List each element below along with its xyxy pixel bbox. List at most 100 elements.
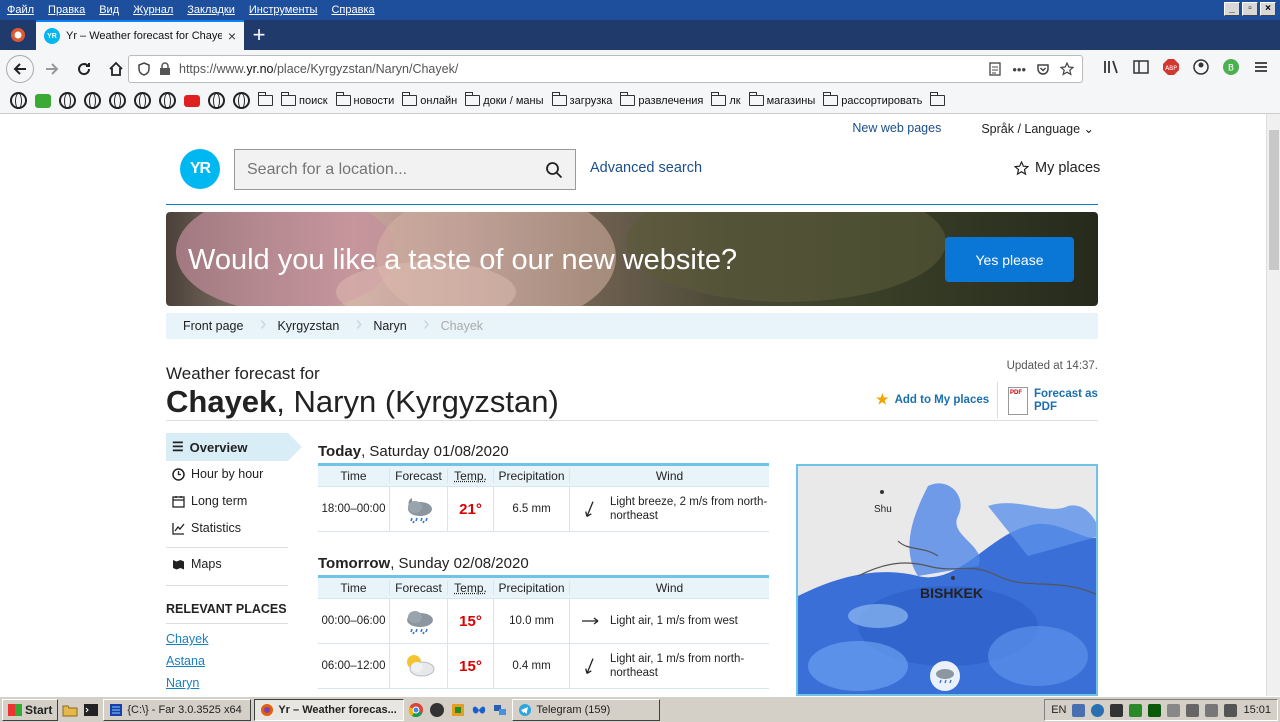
tab-yr-weather[interactable]: YR Yr – Weather forecast for Chayek × bbox=[36, 20, 244, 50]
tracking-shield-icon[interactable] bbox=[137, 62, 151, 76]
quicklaunch-app-icon[interactable] bbox=[428, 701, 446, 719]
bookmark-globe-icon[interactable] bbox=[208, 92, 225, 109]
bookmark-globe-icon[interactable] bbox=[159, 92, 176, 109]
account-icon[interactable] bbox=[1192, 58, 1210, 76]
tray-app-icon[interactable] bbox=[1072, 703, 1086, 717]
search-input[interactable] bbox=[247, 160, 527, 179]
bookmark-folder-lk[interactable]: лк bbox=[711, 92, 741, 107]
bookmark-globe-icon[interactable] bbox=[10, 92, 27, 109]
tray-app-icon[interactable] bbox=[1148, 703, 1162, 717]
tab-close-icon[interactable]: × bbox=[228, 28, 236, 44]
tray-volume-icon[interactable] bbox=[1186, 703, 1200, 717]
hamburger-menu-icon[interactable] bbox=[1252, 58, 1270, 76]
my-places-button[interactable]: My places bbox=[1014, 160, 1100, 176]
forecast-pdf-link[interactable]: PDF Forecast as PDF bbox=[1008, 387, 1098, 415]
task-firefox[interactable]: Yr – Weather forecas... bbox=[254, 698, 405, 721]
breadcrumb-front-page[interactable]: Front page bbox=[166, 313, 267, 336]
bookmark-star-icon[interactable] bbox=[1060, 61, 1074, 76]
start-button[interactable]: Start bbox=[2, 698, 59, 721]
sidebar-icon[interactable] bbox=[1132, 58, 1150, 76]
quicklaunch-app-icon[interactable] bbox=[449, 701, 467, 719]
bookmark-folder-downloads[interactable]: загрузка bbox=[551, 92, 612, 107]
minimize-button[interactable]: _ bbox=[1224, 2, 1240, 16]
page-scrollbar[interactable] bbox=[1266, 114, 1280, 696]
breadcrumb-kyrgyzstan[interactable]: Kyrgyzstan bbox=[260, 313, 362, 336]
bookmark-globe-icon[interactable] bbox=[134, 92, 151, 109]
url-bar[interactable]: https://www.yr.no/place/Kyrgyzstan/Naryn… bbox=[128, 55, 1083, 83]
bookmark-folder-search[interactable]: поиск bbox=[281, 92, 328, 107]
reader-view-icon[interactable] bbox=[988, 61, 1002, 76]
tray-network-icon[interactable] bbox=[1091, 703, 1105, 717]
tray-battery-icon[interactable] bbox=[1205, 703, 1219, 717]
bookmark-globe-icon[interactable] bbox=[109, 92, 126, 109]
bookmark-folder-online[interactable]: онлайн bbox=[402, 92, 457, 107]
tray-app-icon[interactable] bbox=[1110, 703, 1124, 717]
bookmark-globe-icon[interactable] bbox=[233, 92, 250, 109]
url-text[interactable]: https://www.yr.no/place/Kyrgyzstan/Naryn… bbox=[179, 62, 980, 76]
back-button[interactable] bbox=[6, 55, 34, 83]
task-telegram[interactable]: Telegram (159) bbox=[512, 698, 661, 721]
clock[interactable]: 15:01 bbox=[1243, 704, 1271, 716]
bookmark-folder-sort[interactable]: рассортировать bbox=[823, 92, 922, 107]
quicklaunch-app-icon[interactable] bbox=[470, 701, 488, 719]
pinned-tab[interactable] bbox=[0, 20, 36, 50]
precipitation-map[interactable]: Shu BISHKEK bbox=[796, 464, 1098, 696]
reload-button[interactable] bbox=[70, 55, 98, 83]
forward-button[interactable] bbox=[38, 55, 66, 83]
bookmark-youtube-icon[interactable] bbox=[184, 94, 200, 107]
library-icon[interactable] bbox=[1102, 58, 1120, 76]
page-actions-icon[interactable]: ••• bbox=[1012, 62, 1026, 77]
quicklaunch-folder-icon[interactable] bbox=[61, 701, 79, 719]
menu-view[interactable]: Вид bbox=[92, 4, 126, 16]
quicklaunch-console-icon[interactable] bbox=[82, 701, 100, 719]
yes-please-button[interactable]: Yes please bbox=[945, 237, 1074, 282]
bookmark-folder-entertainment[interactable]: развлечения bbox=[620, 92, 703, 107]
add-to-my-places-button[interactable]: ★ Add to My places bbox=[876, 391, 989, 408]
bookmark-folder-icon[interactable] bbox=[930, 92, 946, 106]
relevant-place-link[interactable]: Astana bbox=[166, 654, 205, 668]
sidebar-item-hour-by-hour[interactable]: Hour by hour bbox=[172, 467, 263, 481]
relevant-place-link[interactable]: Naryn bbox=[166, 676, 199, 690]
menu-edit[interactable]: Правка bbox=[41, 4, 92, 16]
close-window-button[interactable]: × bbox=[1260, 2, 1276, 16]
lock-icon[interactable] bbox=[159, 62, 171, 76]
menu-tools[interactable]: Инструменты bbox=[242, 4, 325, 16]
bookmark-folder-icon[interactable] bbox=[258, 92, 273, 106]
adblock-plus-icon[interactable]: ABP bbox=[1162, 58, 1180, 76]
bookmark-globe-icon[interactable] bbox=[59, 92, 76, 109]
sidebar-item-overview[interactable]: ☰ Overview bbox=[166, 433, 302, 461]
yr-logo[interactable]: YR bbox=[180, 149, 220, 189]
maximize-button[interactable]: ▫ bbox=[1242, 2, 1258, 16]
bookmark-folder-docs[interactable]: доки / маны bbox=[465, 92, 544, 107]
scroll-thumb[interactable] bbox=[1269, 130, 1279, 270]
new-tab-button[interactable]: + bbox=[244, 22, 274, 48]
menu-help[interactable]: Справка bbox=[324, 4, 381, 16]
col-temp[interactable]: Temp. bbox=[448, 581, 494, 595]
bookmark-folder-news[interactable]: новости bbox=[335, 92, 394, 107]
col-temp[interactable]: Temp. bbox=[448, 469, 494, 483]
bookmark-green-icon[interactable] bbox=[35, 93, 51, 108]
advanced-search-link[interactable]: Advanced search bbox=[590, 160, 702, 176]
tray-app-icon[interactable] bbox=[1129, 703, 1143, 717]
sidebar-item-long-term[interactable]: Long term bbox=[172, 494, 247, 508]
tray-signal-icon[interactable] bbox=[1224, 703, 1238, 717]
sidebar-item-maps[interactable]: Maps bbox=[172, 557, 222, 571]
menu-bookmarks[interactable]: Закладки bbox=[180, 4, 242, 16]
relevant-place-link[interactable]: Chayek bbox=[166, 632, 208, 646]
search-icon[interactable] bbox=[545, 161, 563, 179]
home-button[interactable] bbox=[102, 55, 130, 83]
bookmark-globe-icon[interactable] bbox=[84, 92, 101, 109]
menu-history[interactable]: Журнал bbox=[126, 4, 180, 16]
menu-file[interactable]: Файл bbox=[0, 4, 41, 16]
tray-usb-icon[interactable] bbox=[1167, 703, 1181, 717]
task-far-manager[interactable]: {C:\} - Far 3.0.3525 x64 bbox=[103, 698, 252, 721]
sidebar-item-statistics[interactable]: Statistics bbox=[172, 521, 241, 535]
extension-b-icon[interactable]: B bbox=[1222, 58, 1240, 76]
breadcrumb-naryn[interactable]: Naryn bbox=[356, 313, 430, 336]
quicklaunch-app-icon[interactable] bbox=[491, 701, 509, 719]
pocket-icon[interactable] bbox=[1036, 62, 1050, 76]
language-indicator[interactable]: EN bbox=[1051, 704, 1066, 716]
quicklaunch-chrome-icon[interactable] bbox=[407, 701, 425, 719]
new-web-pages-link[interactable]: New web pages bbox=[852, 121, 941, 136]
bookmark-folder-shops[interactable]: магазины bbox=[748, 92, 815, 107]
